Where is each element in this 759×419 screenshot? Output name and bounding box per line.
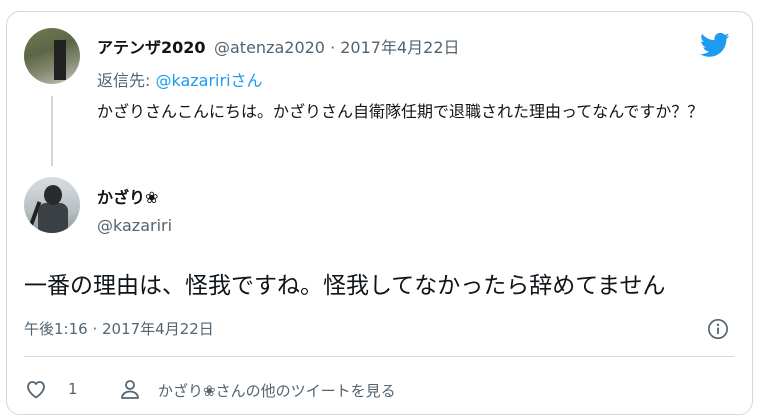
reply-tweet-text: かざりさんこんにちは。かざりさん自衛隊任期で退職された理由ってなんですか？？ (97, 102, 704, 121)
info-icon[interactable] (707, 318, 729, 340)
divider (24, 356, 734, 357)
reply-author-handle-date[interactable]: @atenza2020 · 2017年4月22日 (214, 34, 460, 58)
twitter-bird-icon[interactable] (697, 30, 733, 60)
tweet-text: 一番の理由は、怪我ですね。怪我してなかったら辞めてません (24, 273, 666, 299)
reply-to-link[interactable]: @kazaririさん (155, 71, 262, 90)
heart-icon[interactable] (24, 377, 48, 401)
thread-connector-line (51, 96, 53, 166)
avatar-image-detail (44, 185, 62, 205)
avatar[interactable] (24, 177, 80, 233)
like-count[interactable]: 1 (68, 380, 78, 398)
person-icon[interactable] (118, 377, 142, 401)
avatar-image-detail (38, 203, 68, 233)
avatar-image-detail (54, 40, 66, 80)
tweet-timestamp[interactable]: 午後1:16 · 2017年4月22日 (24, 318, 214, 339)
author-name[interactable]: かざり❀ (97, 184, 158, 208)
replying-to: 返信先: @kazaririさん (97, 67, 263, 91)
reply-prefix: 返信先: (97, 71, 156, 90)
reply-author-name[interactable]: アテンザ2020 (97, 34, 206, 58)
avatar[interactable] (24, 28, 80, 84)
more-tweets-link[interactable]: かざり❀さんの他のツイートを見る (158, 380, 396, 401)
author-handle[interactable]: @kazariri (97, 216, 172, 235)
